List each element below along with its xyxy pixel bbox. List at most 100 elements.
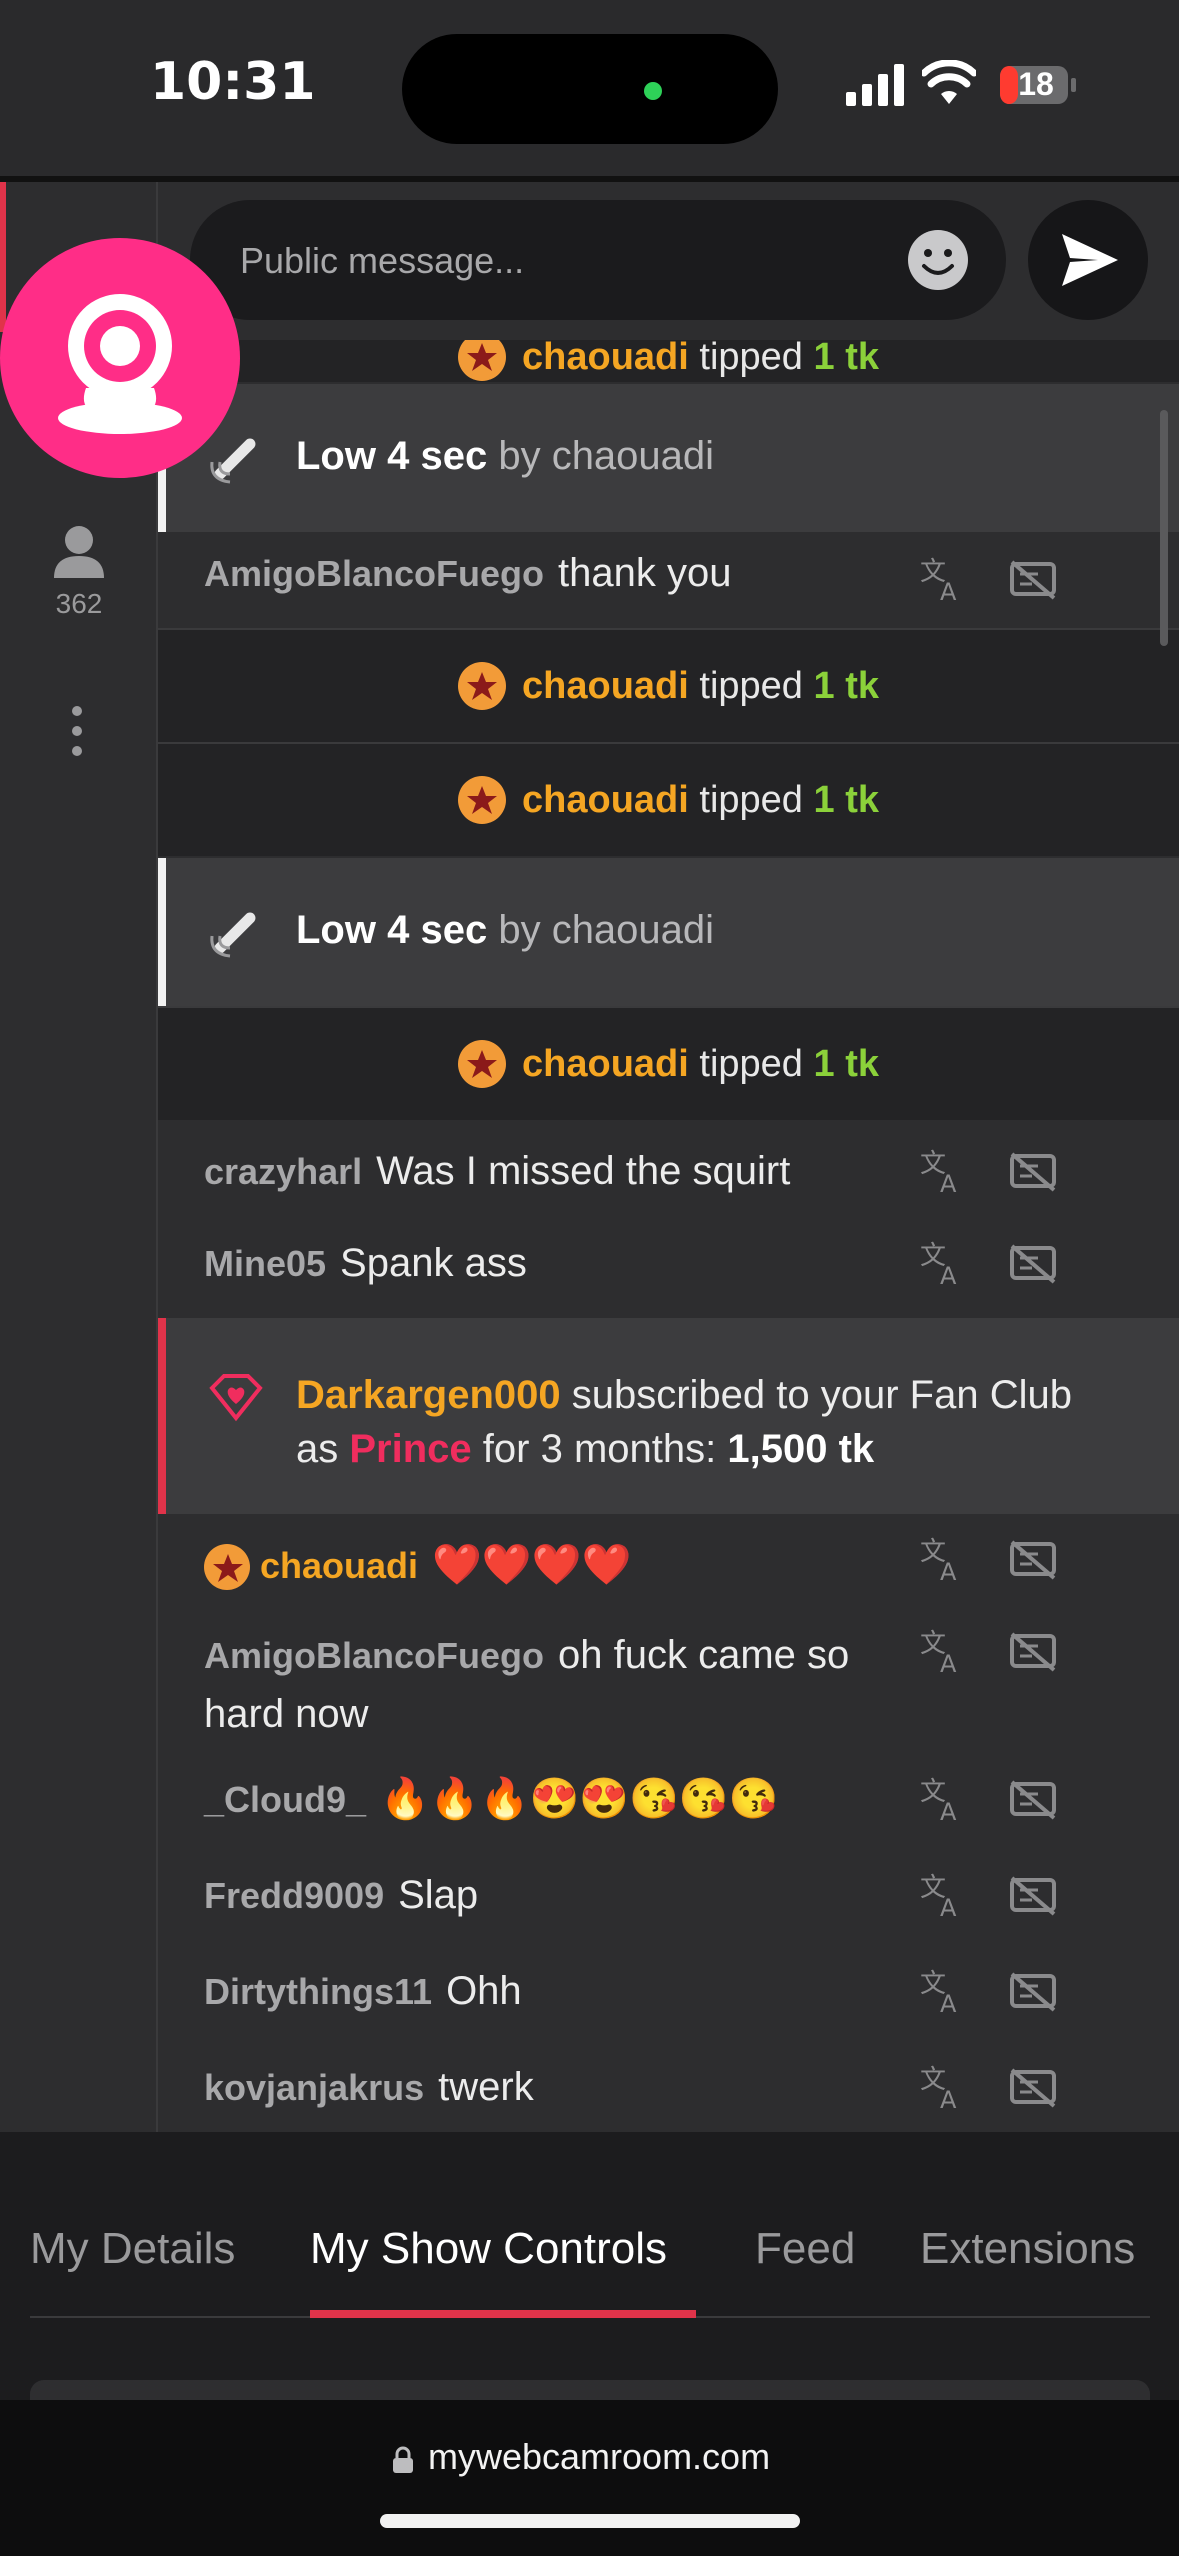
tab-my-details[interactable]: My Details — [30, 2224, 235, 2274]
message-user[interactable]: Dirtythings11 — [204, 1971, 432, 2012]
hide-message-icon[interactable] — [1008, 1240, 1058, 1286]
toy-by: by chaouadi — [498, 908, 715, 952]
home-indicator[interactable] — [380, 2514, 800, 2528]
tab-extensions[interactable]: Extensions — [920, 2224, 1135, 2274]
tip-amount: 1 tk — [813, 1042, 879, 1085]
star-badge-icon — [458, 776, 507, 824]
message-text: twerk — [438, 2065, 534, 2109]
chat-message: kovjanjakrus twerk 文A — [158, 2042, 1179, 2132]
svg-text:A: A — [940, 1170, 957, 1194]
hide-message-icon[interactable] — [1008, 2064, 1058, 2110]
translate-icon[interactable]: 文A — [920, 1872, 966, 1918]
status-time: 10:31 — [150, 52, 316, 112]
chat-message: _Cloud9_ 🔥🔥🔥😍😍😘😘😘 文A — [158, 1754, 1179, 1850]
chat-message: AmigoBlancoFuego thank you 文A — [158, 532, 1179, 628]
star-badge-icon — [204, 1544, 250, 1591]
more-options-icon[interactable] — [70, 704, 84, 758]
chat-message: Dirtythings11 Ohh 文A — [158, 1946, 1179, 2042]
chat-message: chaouadi ❤️❤️❤️❤️ 文A — [158, 1516, 1179, 1612]
tip-user[interactable]: chaouadi — [522, 779, 689, 822]
message-user[interactable]: _Cloud9_ — [204, 1779, 366, 1820]
message-text: Spank ass — [340, 1241, 527, 1285]
message-user[interactable]: AmigoBlancoFuego — [204, 1635, 544, 1676]
message-user[interactable]: chaouadi — [260, 1545, 418, 1586]
toy-level: Low 4 sec — [296, 434, 488, 478]
subscriber-user[interactable]: Darkargen000 — [296, 1373, 561, 1417]
viewers-icon[interactable] — [52, 524, 106, 580]
webcam-logo-icon[interactable] — [0, 238, 240, 478]
tip-action: tipped — [699, 778, 803, 821]
message-user[interactable]: kovjanjakrus — [204, 2067, 424, 2108]
svg-text:A: A — [940, 1798, 957, 1822]
send-button[interactable] — [1028, 200, 1148, 320]
svg-text:A: A — [940, 1894, 957, 1918]
hide-message-icon[interactable] — [1008, 1776, 1058, 1822]
battery-level: 18 — [1018, 66, 1054, 102]
tip-amount: 1 tk — [813, 778, 879, 821]
subscription-text: subscribed to your Fan Club — [571, 1373, 1072, 1417]
tip-action: tipped — [699, 340, 803, 378]
translate-icon[interactable]: 文A — [920, 1240, 966, 1286]
tab-my-show-controls[interactable]: My Show Controls — [310, 2224, 667, 2274]
translate-icon[interactable]: 文A — [920, 1776, 966, 1822]
hide-message-icon[interactable] — [1008, 1148, 1058, 1194]
translate-icon[interactable]: 文A — [920, 1148, 966, 1194]
star-badge-icon — [458, 662, 507, 710]
svg-text:A: A — [940, 1262, 957, 1286]
send-icon — [1062, 234, 1118, 286]
svg-text:A: A — [940, 1650, 957, 1674]
tip-action: tipped — [699, 1042, 803, 1085]
translate-icon[interactable]: 文A — [920, 1968, 966, 2014]
message-user[interactable]: Fredd9009 — [204, 1875, 384, 1916]
tip-event: chaouadi tipped 1 tk — [158, 742, 1179, 856]
active-tab-indicator — [310, 2310, 696, 2318]
subscription-as: as — [296, 1427, 339, 1471]
hide-message-icon[interactable] — [1008, 556, 1058, 602]
chat-feed[interactable]: chaouadi tipped 1 tk Low 4 sec by chaoua… — [158, 340, 1179, 2132]
subscription-amount: 1,500 tk — [727, 1427, 875, 1471]
star-badge-icon — [458, 340, 507, 381]
hide-message-icon[interactable] — [1008, 1536, 1058, 1582]
message-placeholder: Public message... — [240, 240, 525, 281]
tip-user[interactable]: chaouadi — [522, 665, 689, 708]
message-user[interactable]: crazyharl — [204, 1151, 362, 1192]
tip-amount: 1 tk — [813, 340, 879, 378]
chat-scrollbar[interactable] — [1160, 410, 1168, 646]
toy-by: by chaouadi — [498, 434, 715, 478]
tab-feed[interactable]: Feed — [755, 2224, 855, 2274]
fanclub-subscription-event: Darkargen000 subscribed to your Fan Club… — [158, 1318, 1179, 1514]
message-text: 🔥🔥🔥😍😍😘😘😘 — [380, 1777, 779, 1821]
svg-text:A: A — [940, 1990, 957, 2014]
browser-address-bar[interactable] — [0, 2400, 1179, 2556]
lock-icon — [393, 2446, 413, 2473]
hide-message-icon[interactable] — [1008, 1628, 1058, 1674]
translate-icon[interactable]: 文A — [920, 2064, 966, 2110]
translate-icon[interactable]: 文A — [920, 1628, 966, 1674]
message-text: ❤️❤️❤️❤️ — [432, 1543, 632, 1587]
wifi-icon — [922, 60, 976, 104]
chat-message: crazyharl Was I missed the squirt 文A — [158, 1122, 1179, 1218]
hide-message-icon[interactable] — [1008, 1872, 1058, 1918]
star-badge-icon — [458, 1040, 507, 1088]
message-user[interactable]: AmigoBlancoFuego — [204, 553, 544, 594]
translate-icon[interactable]: 文A — [920, 556, 966, 602]
tip-amount: 1 tk — [813, 664, 879, 707]
fanclub-diamond-icon — [209, 1374, 263, 1422]
tip-user[interactable]: chaouadi — [522, 1043, 689, 1086]
tip-action: tipped — [699, 664, 803, 707]
tip-event: chaouadi tipped 1 tk — [158, 628, 1179, 742]
dynamic-island — [402, 34, 778, 144]
chat-message: Fredd9009 Slap 文A — [158, 1850, 1179, 1946]
url-text[interactable]: mywebcamroom.com — [428, 2436, 770, 2478]
emoji-icon[interactable] — [906, 228, 970, 292]
viewer-count: 362 — [55, 588, 103, 619]
hide-message-icon[interactable] — [1008, 1968, 1058, 2014]
message-user[interactable]: Mine05 — [204, 1243, 326, 1284]
translate-icon[interactable]: 文A — [920, 1536, 966, 1582]
svg-text:A: A — [940, 2086, 957, 2110]
toy-level: Low 4 sec — [296, 908, 488, 952]
message-text: Ohh — [446, 1969, 522, 2013]
svg-text:A: A — [940, 578, 957, 602]
tip-user[interactable]: chaouadi — [522, 340, 689, 379]
toy-event: Low 4 sec by chaouadi — [158, 858, 1179, 1006]
